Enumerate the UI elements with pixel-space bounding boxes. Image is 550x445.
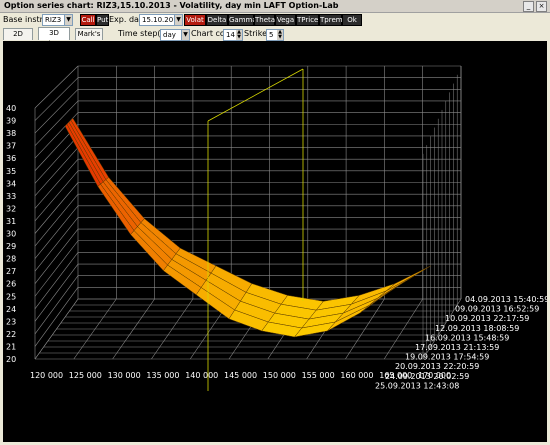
z-tick-label: 25 xyxy=(6,292,16,301)
z-tick-label: 24 xyxy=(6,305,16,314)
surface-cell xyxy=(68,119,107,183)
grid-line xyxy=(34,252,79,309)
z-tick-label: 32 xyxy=(6,204,16,213)
date-axis-ticks: 04.09.2013 15:40:5909.09.2013 16:52:5910… xyxy=(375,295,549,390)
strike-tick-label: 130 000 xyxy=(108,371,141,380)
base-instr-value: RIZ3 xyxy=(45,16,62,24)
tprem-button[interactable]: Tprem xyxy=(319,14,343,26)
tprice-button[interactable]: TPrice xyxy=(296,14,319,26)
chevron-down-icon: ▼ xyxy=(64,15,72,25)
z-tick-label: 36 xyxy=(6,154,16,163)
marker-line xyxy=(207,68,304,122)
grid-line xyxy=(34,193,79,247)
date-tick-label: 04.09.2013 15:40:59 xyxy=(465,295,547,304)
strike-tick-label: 160 000 xyxy=(340,371,373,380)
volatility-surface-chart: 40 39 38 37 36 35 34 33 32 31 30 29 28 27 26 25 24 23 22 21… xyxy=(6,65,549,391)
exp-date-select[interactable]: 15.10.2013 ▼ xyxy=(139,14,183,26)
grid-line xyxy=(34,147,79,197)
grid-line xyxy=(34,159,79,209)
window-title: Option series chart: RIZ3,15.10.2013 - V… xyxy=(4,1,339,10)
strike-tick-label: 150 000 xyxy=(263,371,296,380)
call-button[interactable]: Call xyxy=(80,14,96,26)
tab-3d-chart[interactable]: 3D chart xyxy=(38,27,70,48)
ok-button[interactable]: Ok xyxy=(342,14,362,26)
strikes-spinner[interactable]: 5 ▲ ▼ xyxy=(266,29,284,41)
spinner-arrows-icon[interactable]: ▲ ▼ xyxy=(277,30,283,40)
tab-2d-chart[interactable]: 2D chart xyxy=(3,28,33,49)
minimize-button[interactable]: _ xyxy=(523,1,534,12)
z-tick-label: 30 xyxy=(6,230,16,239)
z-tick-label: 40 xyxy=(6,104,16,113)
chart-surface xyxy=(64,68,431,391)
z-tick-label: 20 xyxy=(6,355,16,364)
surface-cell xyxy=(66,121,104,185)
z-tick-label: 28 xyxy=(6,255,16,264)
date-tick-label: 19.09.2013 17:54:59 xyxy=(405,353,489,362)
z-tick-label: 22 xyxy=(6,330,16,339)
z-tick-label: 29 xyxy=(6,242,16,251)
close-button[interactable]: × xyxy=(536,1,547,12)
volat-button[interactable]: Volat xyxy=(184,14,206,26)
strikes-value: 5 xyxy=(269,31,274,39)
base-instr-label: Base instr: xyxy=(3,15,46,24)
z-tick-label: 37 xyxy=(6,142,16,151)
time-step-value: day xyxy=(163,31,176,39)
delta-button[interactable]: Delta xyxy=(206,14,228,26)
grid-line xyxy=(34,65,79,109)
z-tick-label: 21 xyxy=(6,342,16,351)
z-axis-ticks: 40 39 38 37 36 35 34 33 32 31 30 29 28 27 26 25 24 23 22 21… xyxy=(6,104,16,364)
strike-tick-label: 125 000 xyxy=(69,371,102,380)
base-instr-select[interactable]: RIZ3 ▼ xyxy=(42,14,73,26)
chart-count-spinner[interactable]: 14 ▲ ▼ xyxy=(223,29,243,41)
date-tick-label: 25.09.2013 12:43:08 xyxy=(375,381,459,390)
tab-marks[interactable]: Mark's xyxy=(75,28,103,40)
strike-tick-label: 140 000 xyxy=(185,371,218,380)
strike-tick-label: 135 000 xyxy=(146,371,179,380)
z-tick-label: 26 xyxy=(6,280,16,289)
grid-line xyxy=(34,135,79,184)
date-tick-label: 10.09.2013 22:17:59 xyxy=(445,314,529,323)
date-tick-label: 16.09.2013 15:48:59 xyxy=(425,333,509,342)
date-tick-label: 17.09.2013 21:13:59 xyxy=(415,343,499,352)
theta-button[interactable]: Theta xyxy=(254,14,275,26)
vega-button[interactable]: Vega xyxy=(275,14,296,26)
spinner-arrows-icon[interactable]: ▲ ▼ xyxy=(236,30,242,40)
strike-tick-label: 120 000 xyxy=(30,371,63,380)
z-tick-label: 38 xyxy=(6,129,16,138)
grid-line xyxy=(34,263,79,322)
z-tick-label: 23 xyxy=(6,317,16,326)
date-tick-label: 20.09.2013 22:20:59 xyxy=(395,362,479,371)
put-button[interactable]: Put xyxy=(96,14,109,26)
z-tick-label: 39 xyxy=(6,117,16,126)
grid-line xyxy=(34,228,79,284)
grid-line xyxy=(34,77,79,121)
z-tick-label: 27 xyxy=(6,267,16,276)
z-tick-label: 33 xyxy=(6,192,16,201)
grid-line xyxy=(34,240,79,297)
date-tick-label: 24.09.2013 20:02:59 xyxy=(385,372,469,381)
chevron-down-icon: ▼ xyxy=(174,15,182,25)
chevron-down-icon: ▼ xyxy=(181,30,189,40)
time-step-select[interactable]: day ▼ xyxy=(160,29,190,41)
z-tick-label: 34 xyxy=(6,179,16,188)
chart-3d[interactable]: 40 39 38 37 36 35 34 33 32 31 30 29 28 27 26 25 24 23 22 21… xyxy=(3,41,549,442)
date-tick-label: 12.09.2013 18:08:59 xyxy=(435,324,519,333)
z-tick-label: 35 xyxy=(6,167,16,176)
z-tick-label: 31 xyxy=(6,217,16,226)
title-bar: Option series chart: RIZ3,15.10.2013 - V… xyxy=(0,0,550,13)
date-tick-label: 09.09.2013 16:52:59 xyxy=(455,305,539,314)
strike-tick-label: 145 000 xyxy=(224,371,257,380)
grid-line xyxy=(34,275,79,335)
strike-tick-label: 155 000 xyxy=(302,371,335,380)
gamma-button[interactable]: Gamma xyxy=(228,14,257,26)
chart-count-value: 14 xyxy=(226,31,235,39)
